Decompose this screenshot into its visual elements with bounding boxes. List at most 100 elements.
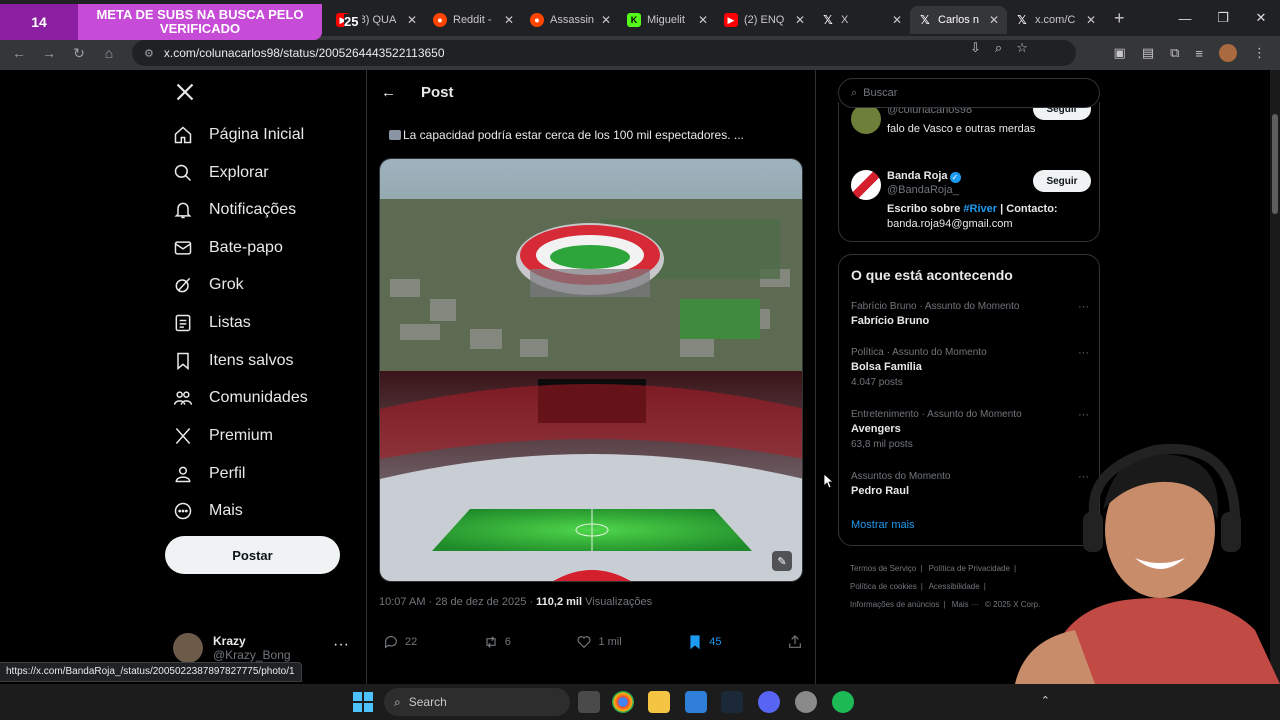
tab-x-1[interactable]: 𝕏 X ✕ — [813, 6, 910, 34]
more-options-icon[interactable]: ··· — [1078, 409, 1089, 421]
close-window-icon[interactable]: ✕ — [1242, 0, 1280, 36]
media-icon[interactable]: ≡ — [1195, 46, 1203, 61]
close-icon[interactable]: ✕ — [601, 13, 611, 27]
nav-explore[interactable]: Explorar — [173, 157, 269, 189]
tab-x-2[interactable]: 𝕏 x.com/C ✕ — [1007, 6, 1104, 34]
close-icon[interactable]: ✕ — [407, 13, 417, 27]
extension-icon[interactable]: ▤ — [1142, 45, 1154, 61]
nav-lists[interactable]: Listas — [173, 307, 251, 339]
footer-link[interactable]: Informações de anúncios — [850, 600, 939, 609]
nav-communities[interactable]: Comunidades — [173, 382, 308, 414]
footer-link[interactable]: Acessibilidade — [929, 582, 980, 591]
task-view-icon[interactable] — [578, 691, 600, 713]
install-icon[interactable]: ⇩ — [970, 40, 981, 56]
site-info-icon[interactable]: ⚙ — [144, 47, 154, 60]
footer-link[interactable]: Mais ··· — [952, 600, 979, 609]
follow-button[interactable]: Seguir — [1033, 170, 1091, 192]
post-image[interactable]: ✎ — [379, 158, 803, 582]
nav-home[interactable]: Página Inicial — [173, 119, 304, 151]
name-text: Banda Roja — [887, 170, 948, 182]
nav-notifications[interactable]: Notificações — [173, 194, 296, 226]
file-explorer-icon[interactable] — [648, 691, 670, 713]
tab-reddit-1[interactable]: ● Reddit - ✕ — [425, 6, 522, 34]
close-icon[interactable]: ✕ — [1086, 13, 1096, 27]
nav-premium[interactable]: Premium — [173, 420, 273, 452]
profile-avatar[interactable] — [1219, 44, 1237, 62]
suggestion-bio: falo de Vasco e outras merdas — [887, 123, 1036, 135]
follow-suggestion[interactable]: Banda Roja ✓ @BandaRoja_ Escribo sobre #R… — [851, 170, 1091, 234]
close-icon[interactable]: ✕ — [504, 13, 514, 27]
share-button[interactable] — [787, 634, 803, 650]
x-logo-icon[interactable] — [175, 82, 195, 102]
nav-messages[interactable]: Bate-papo — [173, 232, 283, 264]
spotify-icon[interactable] — [832, 691, 854, 713]
trend-item[interactable]: Fabrício Bruno · Assunto do Momento Fabr… — [851, 301, 1089, 327]
extension-icon[interactable]: ▣ — [1114, 45, 1126, 61]
close-icon[interactable]: ✕ — [698, 13, 708, 27]
post-timestamp[interactable]: 10:07 AM · 28 de dez de 2025 · — [379, 596, 533, 608]
menu-icon[interactable]: ⋮ — [1253, 45, 1266, 61]
search-placeholder: Buscar — [863, 87, 898, 99]
url-text: x.com/colunacarlos98/status/200526444352… — [163, 46, 445, 60]
forward-icon[interactable]: → — [34, 38, 64, 68]
nav-more[interactable]: Mais — [173, 495, 243, 527]
trends-title: O que está acontecendo — [851, 267, 1013, 283]
trend-item[interactable]: Política · Assunto do Momento Bolsa Famí… — [851, 347, 1089, 388]
heart-icon — [577, 636, 591, 649]
tab-x-active[interactable]: 𝕏 Carlos n ✕ — [910, 6, 1007, 34]
tab-youtube-2[interactable]: ▶ (2) ENQ ✕ — [716, 6, 813, 34]
close-icon[interactable]: ✕ — [989, 13, 999, 27]
account-switcher[interactable]: Krazy @Krazy_Bong ··· — [173, 630, 355, 666]
windows-start-icon[interactable] — [353, 692, 373, 712]
discord-icon[interactable] — [758, 691, 780, 713]
back-icon[interactable]: ← — [4, 38, 34, 68]
address-bar[interactable]: ⚙ x.com/colunacarlos98/status/2005264443… — [132, 40, 1076, 66]
community-icon — [173, 391, 193, 405]
home-icon[interactable]: ⌂ — [94, 38, 124, 68]
trend-context: Política · Assunto do Momento — [851, 347, 987, 358]
taskbar-search[interactable]: ⌕ Search — [384, 688, 570, 716]
search-input[interactable]: ⌕ Buscar — [838, 78, 1100, 108]
nav-profile[interactable]: Perfil — [173, 458, 245, 490]
minimize-icon[interactable]: — — [1166, 0, 1204, 36]
show-more-link[interactable]: Mostrar mais — [851, 519, 915, 531]
maximize-icon[interactable]: ❐ — [1204, 0, 1242, 36]
star-icon[interactable]: ☆ — [1016, 40, 1028, 56]
footer-link[interactable]: Termos de Serviço — [850, 564, 916, 573]
account-handle: @Krazy_Bong — [213, 648, 291, 662]
reply-button[interactable]: 22 — [383, 634, 417, 650]
settings-icon[interactable] — [795, 691, 817, 713]
back-arrow-icon[interactable]: ← — [381, 84, 397, 101]
like-button[interactable]: 1 mil — [576, 634, 622, 650]
close-icon[interactable]: ✕ — [892, 13, 902, 27]
tab-label: (8) QUA — [356, 14, 397, 26]
nav-grok[interactable]: Grok — [173, 269, 244, 301]
close-icon[interactable]: ✕ — [795, 13, 805, 27]
footer-link[interactable]: Política de cookies — [850, 582, 917, 591]
trend-name: Fabrício Bruno — [851, 315, 930, 327]
post-actions: 22 6 1 mil 45 — [383, 632, 803, 652]
tab-youtube-1[interactable]: ▶ (8) QUA ✕ — [328, 6, 425, 34]
steam-icon[interactable] — [721, 691, 743, 713]
tab-reddit-2[interactable]: ● Assassin ✕ — [522, 6, 619, 34]
post-button[interactable]: Postar — [165, 536, 340, 574]
puzzle-icon[interactable]: ⧉ — [1170, 45, 1179, 61]
chrome-icon[interactable] — [612, 691, 634, 713]
more-options-icon[interactable]: ··· — [1078, 301, 1089, 313]
tray-overflow-icon[interactable]: ⌃ — [1041, 694, 1050, 707]
webcam-overlay — [1015, 443, 1280, 684]
bookmark-button[interactable]: 45 — [687, 634, 721, 650]
more-options-icon[interactable]: ··· — [333, 636, 349, 654]
hashtag-link[interactable]: #River — [963, 203, 997, 215]
reload-icon[interactable]: ↻ — [64, 38, 94, 68]
more-options-icon[interactable]: ··· — [1078, 347, 1089, 359]
zoom-icon[interactable]: ⌕ — [995, 40, 1002, 56]
tab-kick[interactable]: K Miguelit ✕ — [619, 6, 716, 34]
new-tab-icon[interactable]: + — [1114, 8, 1125, 29]
nav-bookmarks[interactable]: Itens salvos — [173, 345, 293, 377]
image-edit-icon[interactable]: ✎ — [772, 551, 792, 571]
scrollbar-thumb[interactable] — [1272, 114, 1278, 214]
store-icon[interactable] — [685, 691, 707, 713]
follow-suggestion[interactable]: @colunacarlos98 falo de Vasco e outras m… — [851, 98, 1091, 158]
repost-button[interactable]: 6 — [483, 634, 511, 650]
